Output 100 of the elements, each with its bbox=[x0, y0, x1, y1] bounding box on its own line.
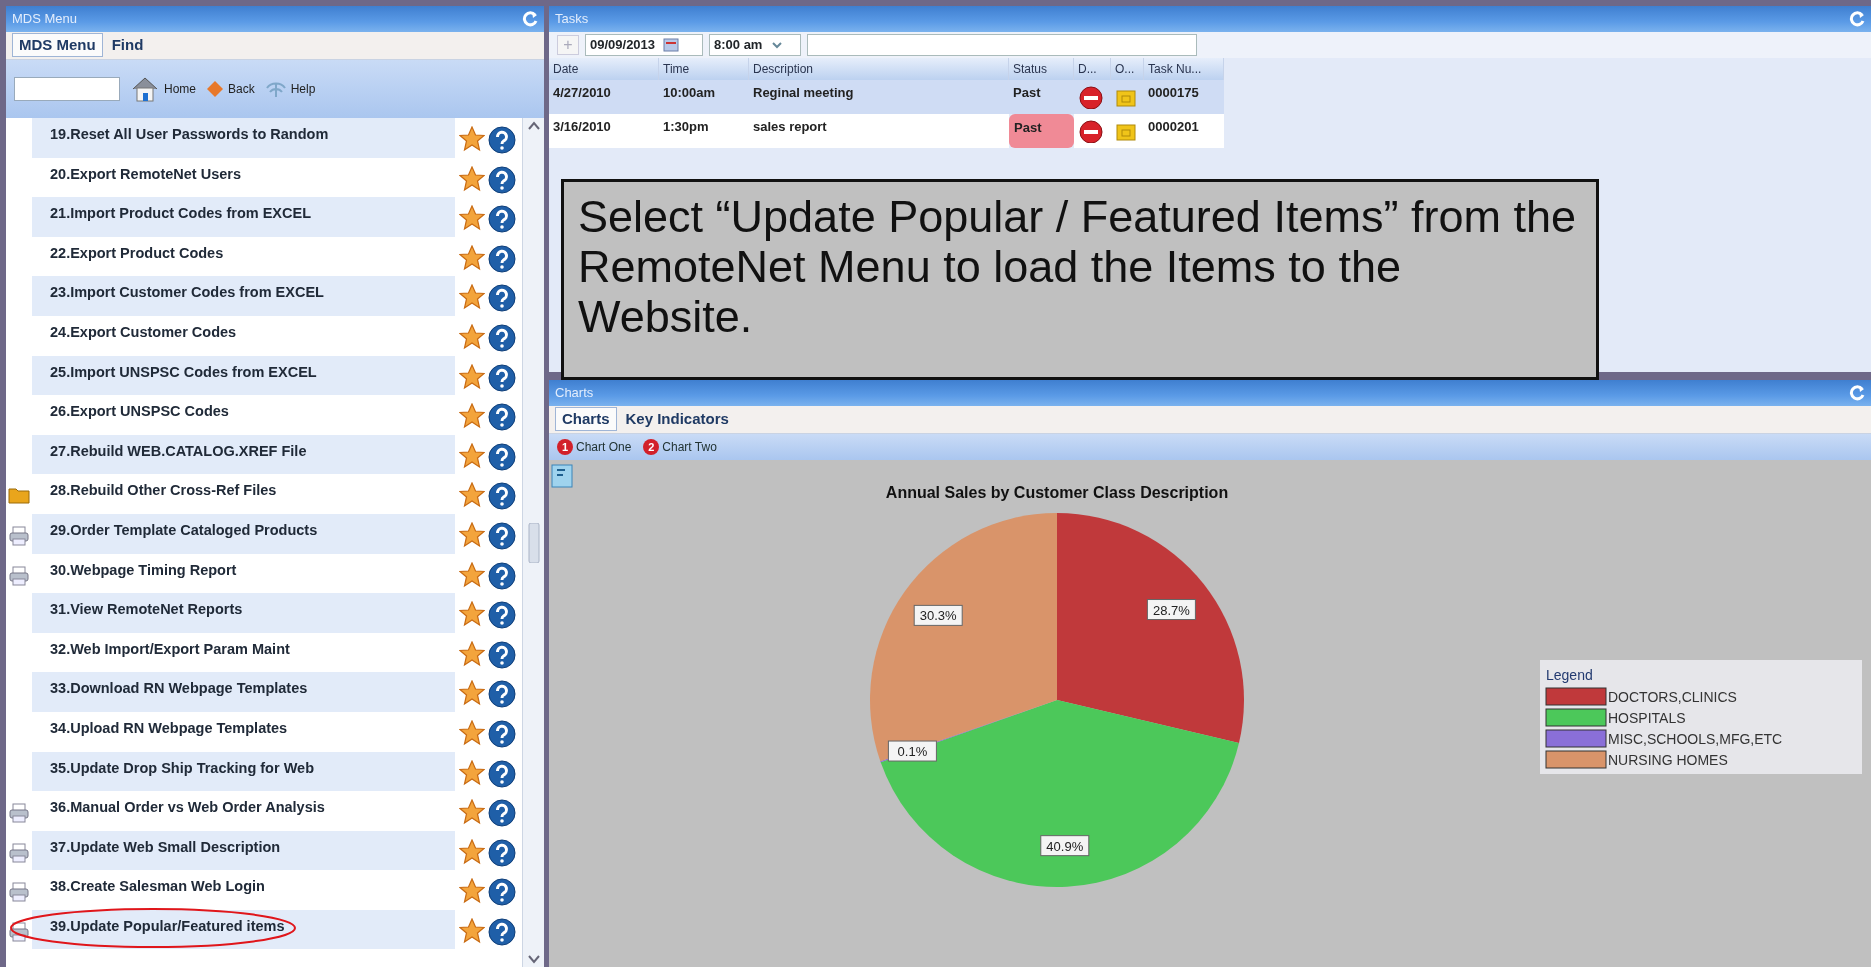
menu-item[interactable]: 31.View RemoteNet Reports bbox=[32, 593, 455, 633]
menu-item[interactable]: 25.Import UNSPSC Codes from EXCEL bbox=[32, 355, 455, 396]
star-icon bbox=[459, 601, 485, 628]
status-cell: Past bbox=[1009, 114, 1074, 148]
menu-item[interactable]: 27.Rebuild WEB.CATALOG.XREF File bbox=[32, 434, 455, 475]
tab[interactable]: MDS Menu bbox=[12, 33, 103, 57]
star-icon bbox=[459, 521, 485, 548]
menu-item[interactable]: 24.Export Customer Codes bbox=[32, 315, 455, 356]
data-label: 0.1% bbox=[897, 744, 928, 760]
star-icon bbox=[459, 442, 485, 469]
star-icon bbox=[459, 126, 485, 152]
menu-item[interactable]: 35.Update Drop Ship Tracking for Web bbox=[32, 751, 455, 792]
column-header[interactable]: Date bbox=[549, 58, 659, 80]
star-icon bbox=[459, 323, 485, 350]
menu-item[interactable]: 20.Export RemoteNet Users bbox=[32, 157, 455, 198]
star-icon bbox=[459, 561, 485, 588]
menu-item[interactable]: 39.Update Popular/Featured items bbox=[32, 909, 455, 950]
tab[interactable]: Find bbox=[104, 33, 151, 57]
column-header[interactable]: O... bbox=[1111, 58, 1144, 80]
data-label: 40.9% bbox=[1046, 838, 1084, 854]
column-header[interactable]: D... bbox=[1074, 58, 1111, 80]
star-icon bbox=[459, 719, 485, 746]
tab[interactable]: Charts bbox=[555, 407, 617, 431]
table-cell: 4/27/2010 bbox=[549, 80, 659, 114]
menu-item[interactable]: 38.Create Salesman Web Login bbox=[32, 870, 455, 910]
panel-title: Charts bbox=[555, 384, 594, 403]
calendar-icon bbox=[663, 38, 680, 52]
star-icon bbox=[459, 403, 485, 430]
chart-button[interactable]: 2 Chart Two bbox=[643, 438, 717, 456]
column-header[interactable]: Description bbox=[749, 58, 1009, 80]
table-cell: 0000201 bbox=[1144, 114, 1224, 148]
data-label: 28.7% bbox=[1152, 602, 1191, 618]
menu-item[interactable]: 22.Export Product Codes bbox=[32, 236, 455, 277]
star-icon bbox=[459, 205, 485, 232]
legend-label: MISC,SCHOOLS,MFG,ETC bbox=[1608, 731, 1783, 747]
table-cell: sales report bbox=[749, 114, 1009, 148]
back-icon bbox=[206, 80, 224, 98]
legend-title: Legend bbox=[1546, 667, 1593, 683]
toolbar-button[interactable]: Back bbox=[206, 80, 255, 98]
date-field[interactable]: 09/09/2013 bbox=[585, 34, 703, 56]
column-header[interactable]: Status bbox=[1009, 58, 1074, 80]
value-label: 28.7% bbox=[1146, 599, 1196, 620]
menu-item[interactable]: 21.Import Product Codes from EXCEL bbox=[32, 197, 455, 237]
chart-title: Annual Sales by Customer Class Description bbox=[885, 484, 1229, 501]
table-cell: 0000175 bbox=[1144, 80, 1224, 114]
menu-item[interactable]: 32.Web Import/Export Param Maint bbox=[32, 632, 455, 673]
document-icon[interactable] bbox=[551, 464, 573, 488]
table-cell: 3/16/2010 bbox=[549, 114, 659, 148]
printer-icon bbox=[9, 803, 29, 824]
status-cell: Past bbox=[1009, 80, 1074, 114]
star-icon bbox=[459, 244, 485, 271]
star-icon bbox=[459, 917, 485, 944]
menu-item[interactable]: 23.Import Customer Codes from EXCEL bbox=[32, 276, 455, 316]
value-label: 40.9% bbox=[1040, 835, 1090, 857]
star-icon bbox=[459, 363, 485, 390]
menu-item[interactable]: 33.Download RN Webpage Templates bbox=[32, 672, 455, 712]
star-icon bbox=[459, 165, 485, 192]
printer-icon bbox=[9, 565, 29, 586]
table-cell: Reginal meeting bbox=[749, 80, 1009, 114]
folder-icon bbox=[8, 486, 30, 505]
printer-icon bbox=[9, 842, 29, 863]
star-icon bbox=[459, 838, 485, 865]
menu-item[interactable]: 19.Reset All User Passwords to Random bbox=[32, 118, 455, 158]
menu-item[interactable]: 30.Webpage Timing Report bbox=[32, 553, 455, 594]
data-label: 30.3% bbox=[919, 608, 958, 624]
legend-label: DOCTORS,CLINICS bbox=[1608, 689, 1737, 705]
star-icon bbox=[459, 680, 485, 707]
legend-label: NURSING HOMES bbox=[1608, 752, 1728, 768]
menu-item[interactable]: 34.Upload RN Webpage Templates bbox=[32, 711, 455, 752]
printer-icon bbox=[9, 882, 29, 903]
toolbar-button[interactable]: Home bbox=[130, 74, 196, 104]
chart-button[interactable]: 1 Chart One bbox=[557, 438, 632, 456]
toolbar-button[interactable]: Help bbox=[264, 80, 316, 98]
scrollbar-thumb bbox=[527, 522, 540, 563]
panel-title: MDS Menu bbox=[12, 10, 78, 29]
time-dropdown[interactable]: 8:00 am bbox=[709, 34, 801, 56]
refresh-icon bbox=[522, 11, 538, 27]
star-icon bbox=[459, 284, 485, 311]
no-entry-icon bbox=[1078, 83, 1104, 109]
value-label: 0.1% bbox=[887, 740, 937, 762]
no-entry-icon bbox=[1078, 117, 1104, 143]
menu-item[interactable]: 26.Export UNSPSC Codes bbox=[32, 395, 455, 435]
star-icon bbox=[459, 759, 485, 786]
column-header[interactable]: Task Nu... bbox=[1144, 58, 1224, 80]
instruction-callout: Select “Update Popular / Featured Items” from the RemoteNet Menu to load the Items to the Website. bbox=[561, 179, 1599, 380]
refresh-icon bbox=[1849, 385, 1865, 401]
menu-item[interactable]: 28.Rebuild Other Cross-Ref Files bbox=[32, 474, 455, 514]
column-header[interactable]: Time bbox=[659, 58, 749, 80]
tab[interactable]: Key Indicators bbox=[618, 407, 736, 431]
task-entry-field[interactable] bbox=[807, 34, 1197, 56]
search-field[interactable] bbox=[14, 77, 120, 101]
menu-item[interactable]: 36.Manual Order vs Web Order Analysis bbox=[32, 791, 455, 831]
panel-title: Tasks bbox=[555, 10, 589, 29]
menu-item[interactable]: 29.Order Template Cataloged Products bbox=[32, 513, 455, 554]
printer-icon bbox=[9, 921, 29, 942]
value-label: 30.3% bbox=[913, 604, 963, 626]
star-icon bbox=[459, 799, 485, 826]
table-cell: 1:30pm bbox=[659, 114, 749, 148]
star-icon bbox=[459, 640, 485, 667]
menu-item[interactable]: 37.Update Web Small Description bbox=[32, 830, 455, 871]
